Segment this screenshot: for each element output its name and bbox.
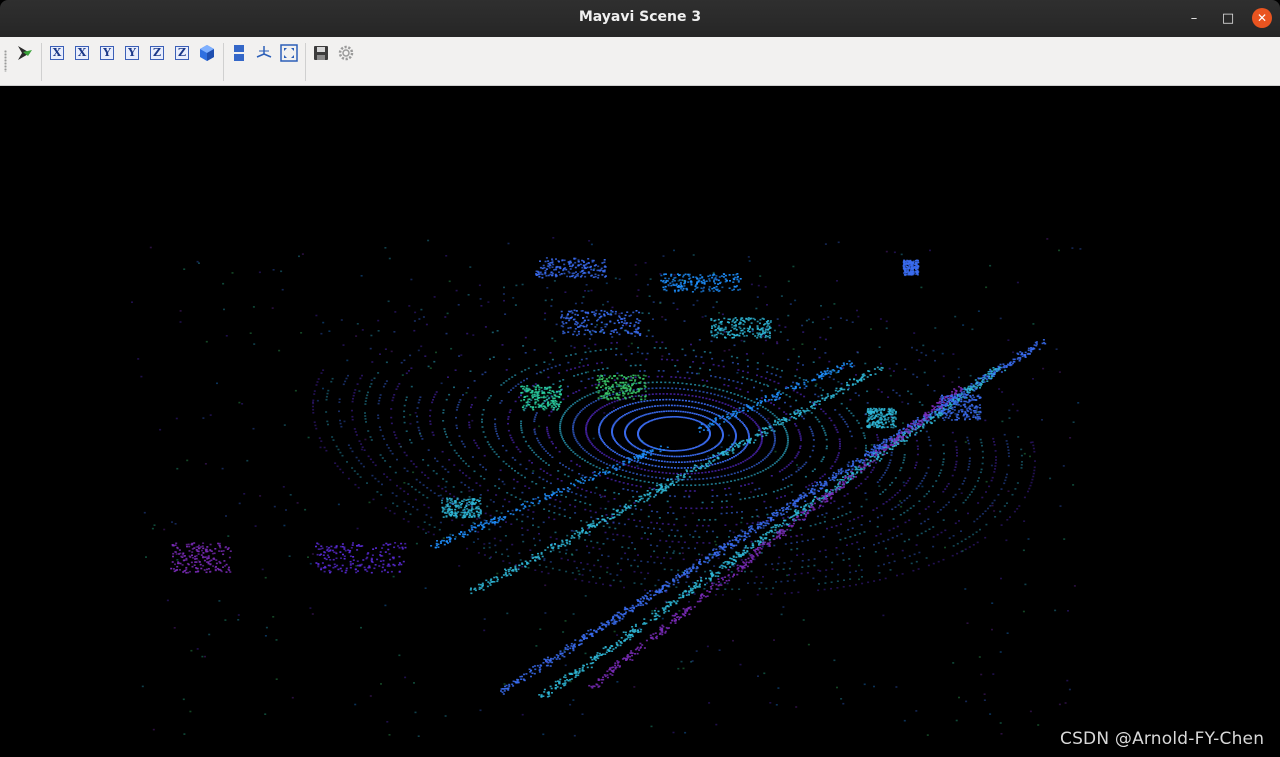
toggle-axes-button[interactable]	[254, 43, 274, 63]
window-titlebar: Mayavi Scene 3 – □ ✕	[0, 0, 1280, 37]
watermark: CSDN @Arnold-FY-Chen	[1060, 729, 1265, 749]
toolbar-grip[interactable]	[4, 50, 7, 72]
view-x-negative-icon: X	[75, 46, 89, 60]
settings-gear-icon	[338, 45, 354, 61]
scene-toolbar: X X Y Y Z Z	[0, 37, 1280, 86]
parallel-projection-icon	[234, 45, 244, 61]
window-title: Mayavi Scene 3	[578, 9, 702, 25]
view-y-positive-button[interactable]: Y	[97, 43, 117, 63]
view-y-negative-icon: Y	[125, 46, 139, 60]
toggle-axes-icon	[256, 46, 272, 58]
view-y-positive-icon: Y	[100, 46, 114, 60]
maximize-button[interactable]: □	[1218, 8, 1238, 28]
point-cloud-render	[131, 237, 1082, 737]
toolbar-separator	[223, 43, 224, 81]
save-button[interactable]	[311, 43, 331, 63]
parallel-projection-button[interactable]	[229, 43, 249, 63]
mayavi-pipeline-button[interactable]	[15, 43, 35, 63]
view-y-negative-button[interactable]: Y	[122, 43, 142, 63]
settings-button[interactable]	[336, 43, 356, 63]
full-screen-button[interactable]	[279, 43, 299, 63]
mayavi-pipeline-icon	[18, 46, 32, 60]
view-x-positive-button[interactable]: X	[47, 43, 67, 63]
save-icon	[314, 46, 328, 60]
toolbar-separator	[41, 43, 42, 81]
scene-viewport[interactable]	[0, 87, 1280, 757]
view-x-negative-button[interactable]: X	[72, 43, 92, 63]
full-screen-icon	[280, 44, 298, 62]
view-x-positive-icon: X	[50, 46, 64, 60]
close-button[interactable]: ✕	[1252, 8, 1272, 28]
minimize-button[interactable]: –	[1184, 8, 1204, 28]
view-z-positive-icon: Z	[150, 46, 164, 60]
toolbar-separator	[305, 43, 306, 81]
view-z-positive-button[interactable]: Z	[147, 43, 167, 63]
isometric-view-button[interactable]	[197, 43, 217, 63]
view-z-negative-button[interactable]: Z	[172, 43, 192, 63]
view-z-negative-icon: Z	[175, 46, 189, 60]
isometric-view-icon	[200, 45, 214, 61]
